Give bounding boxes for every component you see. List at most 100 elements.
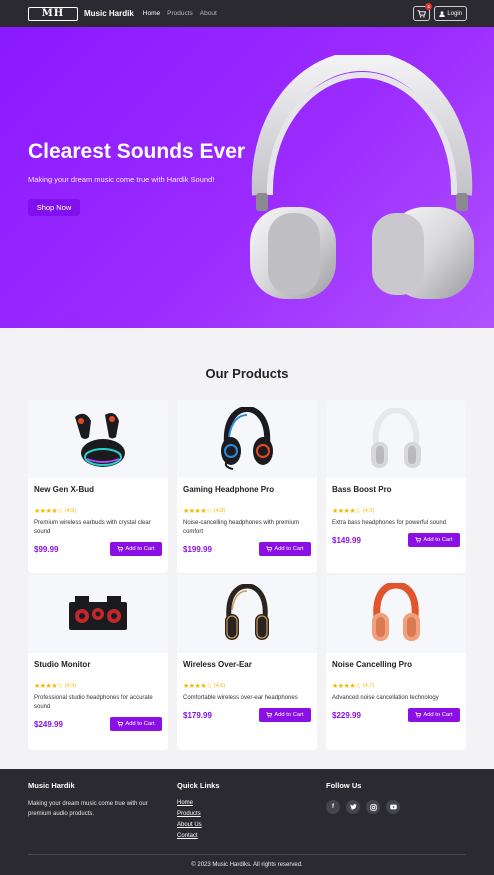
- gaming-headphone-icon: [221, 407, 273, 470]
- add-to-cart-label: Add to Cart: [423, 712, 453, 718]
- rating-score: (4.7): [362, 683, 375, 689]
- navbar: MH Music Hardik Home Products About 1 Lo…: [0, 0, 494, 27]
- add-to-cart-button[interactable]: Add to Cart: [408, 708, 460, 722]
- rating-score: (4.5): [64, 508, 77, 514]
- add-to-cart-label: Add to Cart: [274, 712, 304, 718]
- product-card: New Gen X-Bud ★★★★☆ (4.5) Premium wirele…: [28, 400, 168, 573]
- cart-icon: [117, 721, 124, 727]
- footer-links-title: Quick Links: [177, 781, 220, 790]
- footer-about-text: Making your dream music come true with o…: [28, 801, 148, 817]
- add-to-cart-button[interactable]: Add to Cart: [110, 542, 162, 556]
- add-to-cart-label: Add to Cart: [423, 537, 453, 543]
- cart-icon: [266, 546, 273, 552]
- product-name[interactable]: Noise Cancelling Pro: [332, 660, 460, 669]
- product-card: Bass Boost Pro ★★★★☆ (4.3) Extra bass he…: [326, 400, 466, 573]
- product-rating: ★★★★☆ (4.5): [34, 507, 162, 515]
- cart-button[interactable]: 1: [413, 3, 433, 21]
- product-rating: ★★★★☆ (4.3): [332, 507, 460, 515]
- products-section-title: Our Products: [205, 366, 289, 381]
- product-image[interactable]: [326, 575, 466, 653]
- product-image[interactable]: [177, 575, 317, 653]
- hero-headphones-image: [250, 55, 474, 299]
- star-rating-icon: ★★★★☆: [34, 508, 63, 515]
- footer-link-products[interactable]: Products: [177, 811, 220, 817]
- nav-link-home[interactable]: Home: [143, 10, 160, 17]
- cart-count-badge: 1: [425, 3, 433, 10]
- product-name[interactable]: New Gen X-Bud: [34, 485, 162, 494]
- footer: Music Hardik Making your dream music com…: [0, 769, 494, 875]
- footer-quick-links: Quick Links Home Products About Us Conta…: [177, 781, 220, 844]
- product-price: $199.99: [183, 544, 212, 554]
- star-rating-icon: ★★★★☆: [183, 508, 212, 515]
- product-description: Noise-cancelling headphones with premium…: [183, 520, 300, 535]
- add-to-cart-button[interactable]: Add to Cart: [259, 542, 311, 556]
- footer-divider: [28, 854, 466, 855]
- nav-link-about[interactable]: About: [200, 10, 217, 17]
- cart-icon: [415, 712, 422, 718]
- cart-icon: [415, 537, 422, 543]
- earbuds-icon: [75, 413, 125, 467]
- rating-score: (4.3): [362, 508, 375, 514]
- product-rating: ★★★★☆ (4.8): [183, 507, 311, 515]
- product-card: Wireless Over-Ear ★★★★☆ (4.6) Comfortabl…: [177, 575, 317, 750]
- product-rating: ★★★★☆ (4.6): [183, 682, 311, 690]
- nav-link-products[interactable]: Products: [167, 10, 193, 17]
- brand-name[interactable]: Music Hardik: [84, 9, 134, 18]
- product-name[interactable]: Wireless Over-Ear: [183, 660, 311, 669]
- youtube-icon[interactable]: [386, 800, 400, 814]
- star-rating-icon: ★★★★☆: [183, 683, 212, 690]
- rating-score: (4.6): [213, 683, 226, 689]
- headphone-icon: [371, 408, 421, 468]
- hero-title: Clearest Sounds Ever: [28, 140, 246, 163]
- add-to-cart-label: Add to Cart: [274, 546, 304, 552]
- logo[interactable]: MH: [28, 6, 78, 21]
- rating-score: (4.9): [64, 683, 77, 689]
- product-description: Comfortable wireless over-ear headphones: [183, 695, 298, 701]
- copyright-text: © 2023 Music Hardiks. All rights reserve…: [191, 862, 303, 868]
- product-image[interactable]: [28, 400, 168, 478]
- product-name[interactable]: Gaming Headphone Pro: [183, 485, 311, 494]
- shop-now-button[interactable]: Shop Now: [28, 199, 80, 216]
- add-to-cart-button[interactable]: Add to Cart: [408, 533, 460, 547]
- product-rating: ★★★★☆ (4.7): [332, 682, 460, 690]
- product-image[interactable]: [28, 575, 168, 653]
- product-name[interactable]: Studio Monitor: [34, 660, 162, 669]
- add-to-cart-label: Add to Cart: [125, 546, 155, 552]
- cart-icon: [417, 9, 427, 18]
- product-price: $99.99: [34, 544, 59, 554]
- product-description: Extra bass headphones for powerful sound: [332, 520, 447, 526]
- footer-link-contact[interactable]: Contact: [177, 833, 220, 839]
- star-rating-icon: ★★★★☆: [34, 683, 63, 690]
- star-rating-icon: ★★★★☆: [332, 508, 361, 515]
- star-rating-icon: ★★★★☆: [332, 683, 361, 690]
- product-description: Professional studio headphones for accur…: [34, 695, 153, 710]
- product-description: Premium wireless earbuds with crystal cl…: [34, 520, 151, 535]
- cart-icon: [117, 546, 124, 552]
- product-price: $229.99: [332, 710, 361, 720]
- login-label: Login: [447, 10, 462, 17]
- footer-about-title: Music Hardik: [28, 781, 75, 790]
- product-price: $179.99: [183, 710, 212, 720]
- instagram-icon[interactable]: [366, 800, 380, 814]
- product-card: Studio Monitor ★★★★☆ (4.9) Professional …: [28, 575, 168, 750]
- footer-follow-title: Follow Us: [326, 781, 362, 790]
- facebook-icon[interactable]: f: [326, 800, 340, 814]
- hero-banner: Clearest Sounds Ever Making your dream m…: [0, 27, 494, 328]
- headphone-icon: [372, 583, 420, 641]
- add-to-cart-button[interactable]: Add to Cart: [259, 708, 311, 722]
- footer-link-home[interactable]: Home: [177, 800, 220, 806]
- add-to-cart-label: Add to Cart: [125, 721, 155, 727]
- footer-about: Music Hardik Making your dream music com…: [28, 781, 168, 819]
- speaker-icon: [69, 596, 127, 630]
- footer-link-about-us[interactable]: About Us: [177, 822, 220, 828]
- headphone-icon: [225, 584, 269, 640]
- login-button[interactable]: Login: [434, 6, 467, 21]
- nav-links: Home Products About: [143, 10, 217, 17]
- user-icon: [439, 10, 446, 17]
- twitter-icon[interactable]: [346, 800, 360, 814]
- add-to-cart-button[interactable]: Add to Cart: [110, 717, 162, 731]
- product-name[interactable]: Bass Boost Pro: [332, 485, 460, 494]
- product-image[interactable]: [326, 400, 466, 478]
- cart-icon: [266, 712, 273, 718]
- product-image[interactable]: [177, 400, 317, 478]
